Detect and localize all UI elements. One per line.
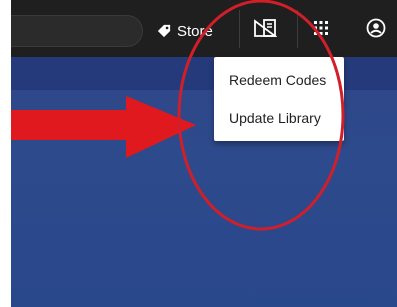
account-circle-icon [366,18,386,43]
tag-icon [157,24,171,38]
app-window: Store Redeem Codes Update Library [11,0,397,307]
account-button[interactable] [360,14,392,46]
annotation-arrow [11,96,196,158]
search-input[interactable] [11,15,143,47]
annotation-circle [177,0,345,231]
circle-shape [177,0,345,231]
arrow-shape [11,96,196,158]
